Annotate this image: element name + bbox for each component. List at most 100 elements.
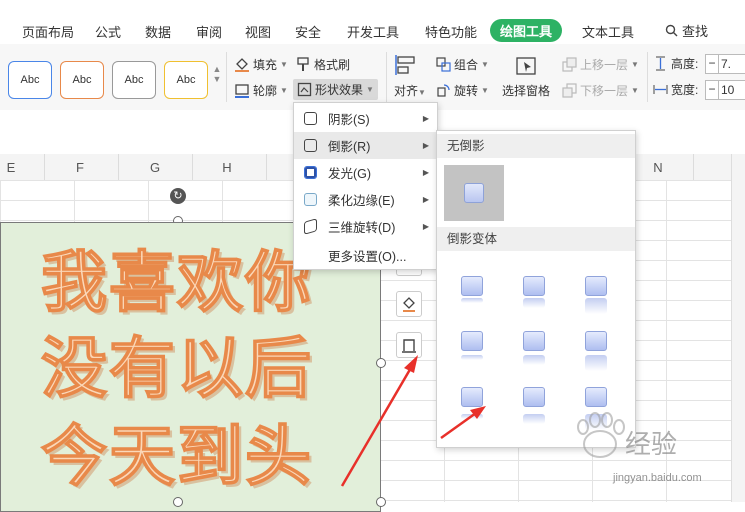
ribbon-divider [647,52,648,102]
width-control: 宽度: [653,81,698,98]
move-down-label: 下移一层 [580,84,629,98]
group-label: 组合 [454,58,479,72]
chevron-down-icon: ▼ [366,85,374,94]
column-header-e[interactable]: E [1,160,21,175]
menu-item-label: 倒影(R) [328,140,371,154]
reflection-variant-option[interactable] [461,387,485,423]
search-label: 查找 [682,24,709,39]
reflection-variant-option[interactable] [585,276,609,314]
tab-page-layout[interactable]: 页面布局 [22,22,74,41]
column-header-n[interactable]: N [648,160,668,175]
menu-item-more-settings[interactable]: 更多设置(O)... [294,242,437,269]
search-icon [665,24,678,37]
reflection-submenu: 无倒影 倒影变体 [436,130,636,448]
height-label: 高度: [671,57,699,71]
reflection-variants-header: 倒影变体 [437,227,635,251]
column-divider [192,154,193,180]
height-input[interactable]: 7. [718,54,745,74]
tab-developer[interactable]: 开发工具 [347,22,399,41]
menu-item-label: 三维旋转(D) [328,221,396,235]
group-button[interactable]: 组合 ▼ [436,56,489,73]
rotate-icon [437,84,450,97]
tab-formulas[interactable]: 公式 [95,22,121,41]
chevron-right-icon: ▶ [422,141,429,150]
shape-text-line-1: 我喜欢你 [40,242,313,322]
menu-item-reflection[interactable]: 倒影(R) ▶ [294,132,437,159]
reflection-variant-option[interactable] [523,276,547,312]
menu-item-soft-edge[interactable]: 柔化边缘(E) ▶ [294,186,437,213]
menu-item-3d-rotation[interactable]: 三维旋转(D) ▶ [294,213,437,240]
tab-special[interactable]: 特色功能 [425,22,477,41]
height-control: 高度: [653,55,698,72]
no-reflection-option[interactable] [444,165,504,221]
width-decrement-button[interactable]: − [705,80,719,100]
shape-style-orange[interactable]: Abc [60,61,104,99]
width-icon [653,85,668,94]
reflection-variant-option[interactable] [523,387,547,424]
height-icon [656,56,665,71]
3d-rotate-icon [304,218,317,235]
move-up-label: 上移一层 [580,58,629,72]
reflection-variant-option[interactable] [523,331,547,367]
fill-bucket-icon [403,297,415,312]
column-header-f[interactable]: F [70,160,90,175]
rotate-handle-icon[interactable]: ↻ [170,188,186,204]
reflection-variant-option[interactable] [461,331,485,367]
align-button[interactable]: 对齐▼ [394,54,426,99]
chevron-down-icon: ▼ [481,60,489,69]
menu-item-label: 阴影(S) [328,113,370,127]
outline-icon [402,339,416,353]
align-label: 对齐 [394,84,419,98]
move-up-button[interactable]: 上移一层 ▼ [562,56,639,73]
styles-expand-icon[interactable]: ▲ ▼ [212,64,222,96]
tab-drawing-tools[interactable]: 绘图工具 [490,19,563,42]
align-icon [395,55,415,75]
column-header-h[interactable]: H [217,160,237,175]
format-brush-label: 格式刷 [314,58,351,72]
height-decrement-button[interactable]: − [705,54,719,74]
tab-security[interactable]: 安全 [295,22,321,41]
tab-text-tools[interactable]: 文本工具 [582,22,634,41]
column-divider [118,154,119,180]
watermark-name: 经验 [625,430,678,460]
column-divider [693,154,694,180]
format-brush-button[interactable]: 格式刷 [296,56,350,73]
shape-style-blue[interactable]: Abc [8,61,52,99]
menu-bar: 页面布局 公式 数据 审阅 视图 安全 开发工具 特色功能 绘图工具 文本工具 … [0,0,745,44]
tab-data[interactable]: 数据 [145,22,171,41]
column-divider [44,154,45,180]
move-down-button[interactable]: 下移一层 ▼ [562,82,639,99]
shape-effect-icon [297,82,312,97]
column-header-g[interactable]: G [145,160,165,175]
tab-view[interactable]: 视图 [245,22,271,41]
shape-text-line-2: 没有以后 [40,328,313,408]
outline-button[interactable]: 轮廓 ▼ [234,82,288,99]
shape-style-gray[interactable]: Abc [112,61,156,99]
menu-item-glow[interactable]: 发光(G) ▶ [294,159,437,186]
shape-style-yellow[interactable]: Abc [164,61,208,99]
quick-outline-button[interactable] [396,332,422,358]
watermark-site: jingyan.baidu.com [613,472,702,484]
fill-button[interactable]: 填充 ▼ [234,56,288,73]
menu-item-label: 柔化边缘(E) [328,194,395,208]
tab-review[interactable]: 审阅 [196,22,222,41]
quick-fill-button[interactable] [396,291,422,317]
resize-handle-bottom-right[interactable] [376,497,386,507]
fill-label: 填充 [253,58,278,72]
chevron-down-icon: ▼ [280,60,288,69]
chevron-down-icon: ▼ [481,86,489,95]
resize-handle-bottom[interactable] [173,497,183,507]
width-input[interactable]: 10 [718,80,745,100]
selection-pane-button[interactable]: 选择窗格 [502,56,550,99]
chevron-down-icon: ▼ [418,88,426,97]
search-button[interactable]: 查找 [665,21,708,40]
resize-handle-right[interactable] [376,358,386,368]
rotate-button[interactable]: 旋转 ▼ [436,82,489,99]
chevron-right-icon: ▶ [422,195,429,204]
menu-item-shadow[interactable]: 阴影(S) ▶ [294,105,437,132]
reflection-variant-option[interactable] [461,276,485,312]
reflection-variant-option[interactable] [585,331,609,371]
group-icon [436,57,451,72]
shape-effect-button[interactable]: 形状效果 ▼ [293,79,378,100]
fill-bucket-icon [235,58,249,72]
